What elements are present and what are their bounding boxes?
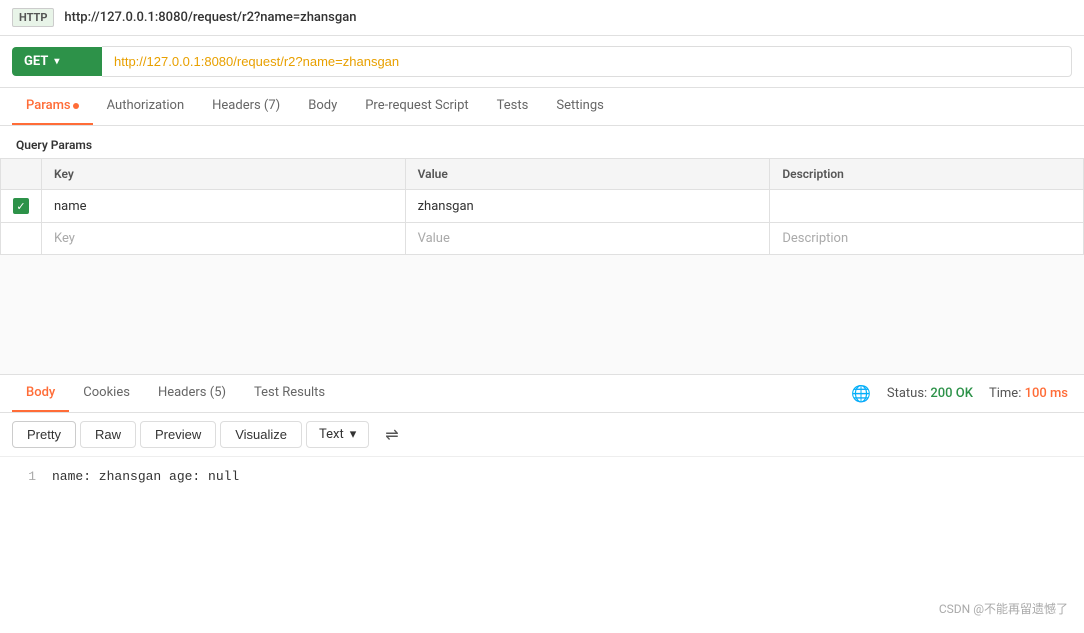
tab-settings-label: Settings [556, 98, 603, 113]
response-tab-cookies-label: Cookies [83, 385, 130, 400]
response-status: 🌐 Status: 200 OK Time: 100 ms [851, 384, 1072, 403]
status-label: Status: 200 OK [887, 386, 973, 401]
time-label: Time: 100 ms [989, 386, 1068, 401]
top-url: http://127.0.0.1:8080/request/r2?name=zh… [64, 10, 356, 25]
response-tab-cookies[interactable]: Cookies [69, 375, 144, 412]
checkbox-checked[interactable]: ✓ [13, 198, 29, 214]
tab-authorization[interactable]: Authorization [93, 88, 199, 125]
url-input[interactable] [102, 46, 1072, 77]
empty-value-cell[interactable]: Value [405, 223, 770, 255]
params-dot [73, 103, 79, 109]
tab-body-label: Body [308, 98, 337, 113]
word-wrap-icon[interactable]: ⇌ [381, 421, 402, 448]
format-raw-button[interactable]: Raw [80, 421, 136, 448]
response-tab-headers[interactable]: Headers (5) [144, 375, 240, 412]
empty-check-cell [1, 223, 42, 255]
response-tab-body[interactable]: Body [12, 375, 69, 412]
method-dropdown[interactable]: GET ▾ [12, 47, 102, 76]
tab-params[interactable]: Params [12, 88, 93, 125]
format-bar: Pretty Raw Preview Visualize Text ▾ ⇌ [0, 413, 1084, 457]
tab-tests-label: Tests [497, 98, 529, 113]
format-pretty-button[interactable]: Pretty [12, 421, 76, 448]
table-row: ✓ name zhansgan [1, 190, 1084, 223]
format-type-dropdown[interactable]: Text ▾ [306, 421, 369, 448]
response-tab-body-label: Body [26, 385, 55, 400]
http-badge: HTTP [12, 8, 54, 27]
table-row-empty: Key Value Description [1, 223, 1084, 255]
tab-prerequest[interactable]: Pre-request Script [351, 88, 482, 125]
time-value: 100 ms [1025, 386, 1068, 401]
response-tab-testresults-label: Test Results [254, 385, 325, 400]
response-area: Body Cookies Headers (5) Test Results 🌐 … [0, 375, 1084, 496]
tab-settings[interactable]: Settings [542, 88, 617, 125]
col-description: Description [770, 159, 1084, 190]
response-body: 1 name: zhansgan age: null [0, 457, 1084, 496]
tab-body[interactable]: Body [294, 88, 351, 125]
col-check [1, 159, 42, 190]
response-tab-testresults[interactable]: Test Results [240, 375, 339, 412]
param-key-cell[interactable]: name [42, 190, 406, 223]
line-number: 1 [16, 469, 36, 484]
param-value-cell[interactable]: zhansgan [405, 190, 770, 223]
tab-authorization-label: Authorization [107, 98, 185, 113]
request-tabs: Params Authorization Headers (7) Body Pr… [0, 88, 1084, 126]
params-table: Key Value Description ✓ name zhansgan Ke… [0, 158, 1084, 255]
tab-headers-label: Headers (7) [212, 98, 280, 113]
empty-desc-cell[interactable]: Description [770, 223, 1084, 255]
empty-key-cell[interactable]: Key [42, 223, 406, 255]
row-checkbox-cell: ✓ [1, 190, 42, 223]
tab-headers[interactable]: Headers (7) [198, 88, 294, 125]
empty-space [0, 255, 1084, 375]
status-value: 200 OK [930, 386, 973, 401]
response-tabs: Body Cookies Headers (5) Test Results 🌐 … [0, 375, 1084, 413]
chevron-down-icon: ▾ [54, 56, 59, 67]
method-label: GET [24, 54, 48, 69]
globe-icon: 🌐 [851, 384, 871, 403]
col-key: Key [42, 159, 406, 190]
format-type-label: Text [319, 427, 344, 442]
param-desc-cell[interactable] [770, 190, 1084, 223]
query-params-label: Query Params [0, 126, 1084, 158]
request-bar: GET ▾ [0, 36, 1084, 88]
line-content: name: zhansgan age: null [52, 469, 239, 484]
tab-prerequest-label: Pre-request Script [365, 98, 468, 113]
format-visualize-button[interactable]: Visualize [220, 421, 302, 448]
response-tab-headers-label: Headers (5) [158, 385, 226, 400]
tab-params-label: Params [26, 98, 71, 113]
format-preview-button[interactable]: Preview [140, 421, 216, 448]
col-value: Value [405, 159, 770, 190]
watermark: CSDN @不能再留遗憾了 [939, 600, 1068, 617]
chevron-down-icon: ▾ [350, 427, 357, 442]
top-bar: HTTP http://127.0.0.1:8080/request/r2?na… [0, 0, 1084, 36]
tab-tests[interactable]: Tests [483, 88, 543, 125]
